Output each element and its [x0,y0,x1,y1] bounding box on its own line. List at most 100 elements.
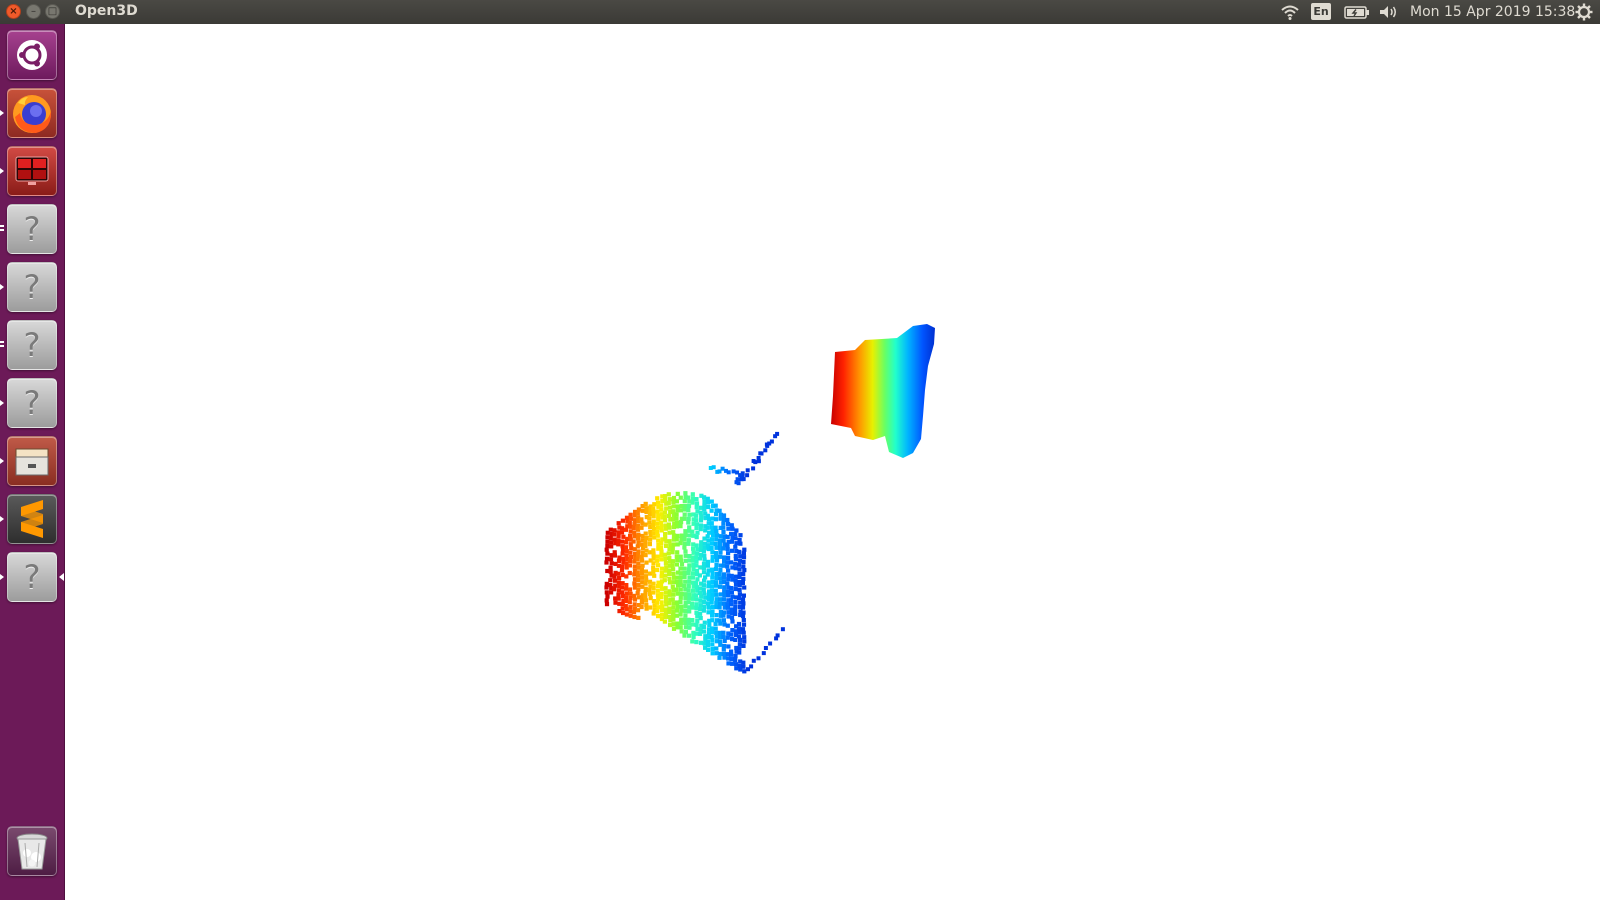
point-cloud-scene[interactable] [65,24,1600,900]
point [651,506,656,511]
point [694,525,699,531]
point [655,533,660,538]
point [671,605,676,610]
battery-icon[interactable] [1344,3,1370,21]
point [644,536,649,541]
point [604,560,609,565]
point [620,564,625,569]
point [608,565,613,570]
point [742,635,747,640]
launcher-item-screen-app[interactable] [7,146,57,196]
point [705,525,710,530]
point [666,513,672,518]
point [730,619,735,624]
window-minimize-button[interactable]: – [26,4,41,19]
point [620,539,625,544]
point [652,502,657,507]
point [678,571,683,576]
panel-clock[interactable]: Mon 15 Apr 2019 15:38 [1410,4,1575,20]
wifi-icon[interactable] [1280,3,1300,21]
point [737,592,742,597]
point [605,594,610,599]
launcher-item-sublime-text[interactable] [7,494,57,544]
open3d-viewport[interactable] [65,24,1600,900]
point [683,579,688,584]
launcher-item-unknown-app-1[interactable]: ? [7,204,57,254]
point [741,643,746,648]
launcher-item-file-cabinet[interactable] [7,436,57,486]
point [683,553,688,558]
launcher-item-unknown-app-5[interactable]: ? [7,552,57,602]
point [675,608,680,613]
point [742,639,747,644]
gear-icon[interactable] [1575,3,1593,21]
point [663,497,668,502]
window-maximize-button[interactable]: □ [45,4,60,19]
point [616,571,621,576]
point [751,459,756,463]
launcher-item-unknown-app-4[interactable]: ? [7,378,57,428]
point [710,592,715,597]
point [612,532,617,537]
point [667,539,672,544]
point [741,601,746,606]
point [721,513,727,518]
point [694,581,699,586]
point [721,651,726,656]
point [609,544,614,549]
question-mark-icon: ? [23,558,41,596]
point [678,587,683,592]
point [628,550,633,555]
volume-icon[interactable] [1378,3,1398,21]
point [655,588,660,593]
launcher-item-unknown-app-3[interactable]: ? [7,320,57,370]
point [643,581,648,586]
point [605,543,610,548]
point [632,581,637,586]
window-close-button[interactable]: × [6,4,21,19]
point [718,642,723,647]
point [705,543,711,548]
point [619,530,625,535]
point [710,613,715,618]
point [662,510,668,515]
point [706,610,711,615]
launcher-item-firefox[interactable] [7,88,57,138]
point [725,564,730,569]
point [674,587,679,592]
point [721,634,726,639]
point [745,473,750,478]
point [714,537,719,542]
launcher-item-trash[interactable] [7,826,57,876]
point [612,528,617,533]
question-mark-icon: ? [23,326,41,364]
point [628,605,633,610]
point [644,560,649,565]
point [714,554,719,559]
point [756,656,761,661]
point [619,585,624,590]
running-indicator [0,458,4,464]
point [666,500,671,505]
launcher-item-unknown-app-2[interactable]: ? [7,262,57,312]
running-indicator [0,400,4,406]
point [761,651,766,656]
point [701,599,707,605]
point [714,600,719,606]
point [632,602,637,607]
point [659,545,664,550]
launcher-item-ubuntu-dash[interactable] [7,30,57,80]
point [662,552,667,557]
point [643,574,649,579]
point [624,591,629,596]
point [687,533,692,538]
point [636,615,641,620]
point [652,573,657,578]
point [667,530,672,535]
point [671,609,676,614]
point [690,601,695,606]
point [733,574,738,579]
keyboard-layout-badge[interactable]: En [1311,3,1331,20]
point [683,592,688,597]
point [620,526,625,531]
